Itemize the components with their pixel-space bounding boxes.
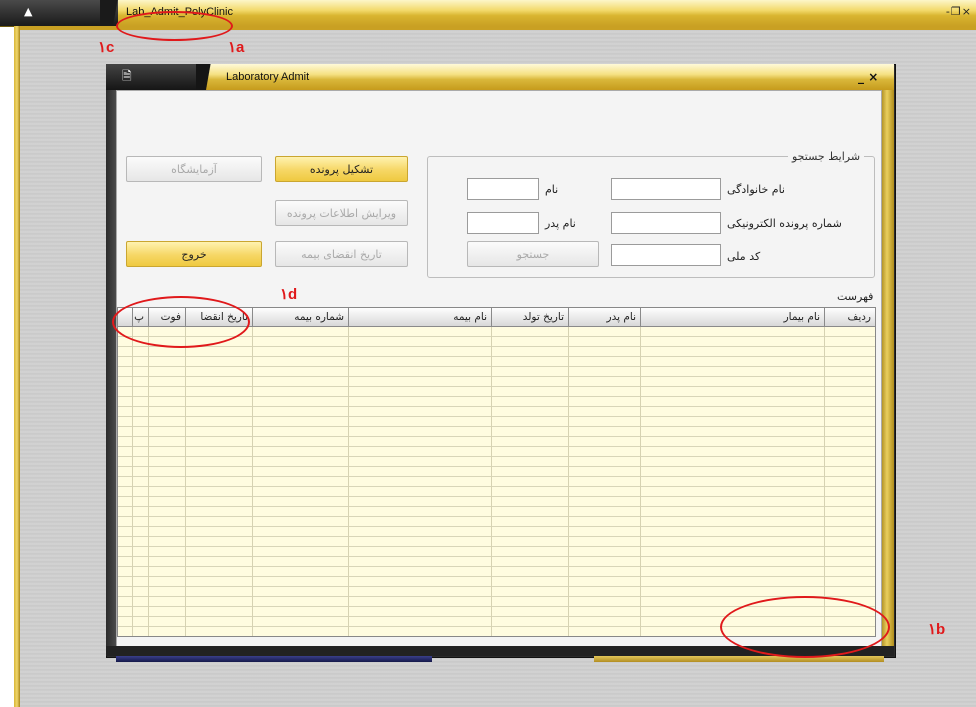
column-header-birth-date[interactable]: تاریخ تولد (491, 308, 568, 326)
grid-column-divider (252, 327, 253, 636)
insurance-expiry-button[interactable]: تاریخ انقضای بیمه (275, 241, 408, 267)
national-code-label: کد ملی (727, 250, 761, 263)
app-window-controls[interactable]: -❐× (946, 5, 972, 18)
app-icon[interactable]: ▲ (24, 6, 36, 18)
edit-file-button[interactable]: ویرایش اطلاعات پرونده (275, 200, 408, 226)
first-name-label: نام (545, 183, 559, 196)
annotation-ellipse-corner (720, 596, 890, 658)
grid-column-divider (824, 327, 825, 636)
laboratory-button[interactable]: آزمایشگاه (126, 156, 262, 182)
grid-column-divider (148, 327, 149, 636)
annotation-ellipse-title (116, 11, 233, 41)
grid-column-divider (132, 327, 133, 636)
annotation-1a: ۱a (228, 39, 245, 56)
grid-rows[interactable] (118, 327, 875, 636)
window-title-tab-slope (196, 64, 220, 90)
patient-list-grid[interactable]: ردیف نام بیمار نام پدر تاریخ تولد نام بی… (117, 307, 876, 637)
window-title-dark-tab (106, 64, 206, 90)
national-code-input[interactable] (611, 244, 721, 266)
column-header-father-name[interactable]: نام پدر (568, 308, 640, 326)
annotation-ellipse-columns (112, 296, 250, 348)
first-name-input[interactable] (467, 178, 539, 200)
app-frame-left (14, 26, 20, 707)
window-title-bar (106, 64, 894, 91)
last-name-input[interactable] (611, 178, 721, 200)
ehr-number-input[interactable] (611, 212, 721, 234)
grid-column-divider (640, 327, 641, 636)
grid-column-divider (348, 327, 349, 636)
document-icon[interactable]: 🗎 (122, 69, 134, 83)
column-header-patient-name[interactable]: نام بیمار (640, 308, 824, 326)
exit-button[interactable]: خروج (126, 241, 262, 267)
bottom-strip-gold (594, 656, 884, 662)
minimize-icon[interactable]: _ (858, 70, 864, 84)
ehr-number-label: شماره پرونده الکترونیکی (727, 217, 842, 230)
bottom-strip-blue (116, 656, 432, 662)
restore-icon[interactable]: ❐ (951, 5, 962, 18)
last-name-label: نام خانوادگی (727, 183, 785, 196)
annotation-1b: ۱b (928, 621, 946, 638)
window-controls[interactable]: _ × (858, 70, 878, 84)
close-icon[interactable]: × (962, 5, 972, 18)
father-name-label: نام پدر (545, 217, 576, 230)
annotation-1c: ۱c (98, 39, 115, 56)
list-label: فهرست (837, 290, 874, 303)
create-file-button[interactable]: تشکیل پرونده (275, 156, 408, 182)
grid-column-divider (491, 327, 492, 636)
close-icon[interactable]: × (868, 70, 878, 84)
grid-column-divider (185, 327, 186, 636)
column-header-insurance-name[interactable]: نام بیمه (348, 308, 491, 326)
window-frame-right (880, 90, 894, 656)
annotation-1d: ۱d (280, 286, 298, 303)
column-header-row[interactable]: ردیف (824, 308, 875, 326)
window-frame-left (106, 90, 116, 656)
search-criteria-legend: شرایط جستجو (788, 150, 865, 163)
father-name-input[interactable] (467, 212, 539, 234)
search-button[interactable]: جستجو (467, 241, 599, 267)
column-header-insurance-number[interactable]: شماره بیمه (252, 308, 348, 326)
grid-column-divider (568, 327, 569, 636)
window-title: Laboratory Admit (226, 71, 310, 83)
